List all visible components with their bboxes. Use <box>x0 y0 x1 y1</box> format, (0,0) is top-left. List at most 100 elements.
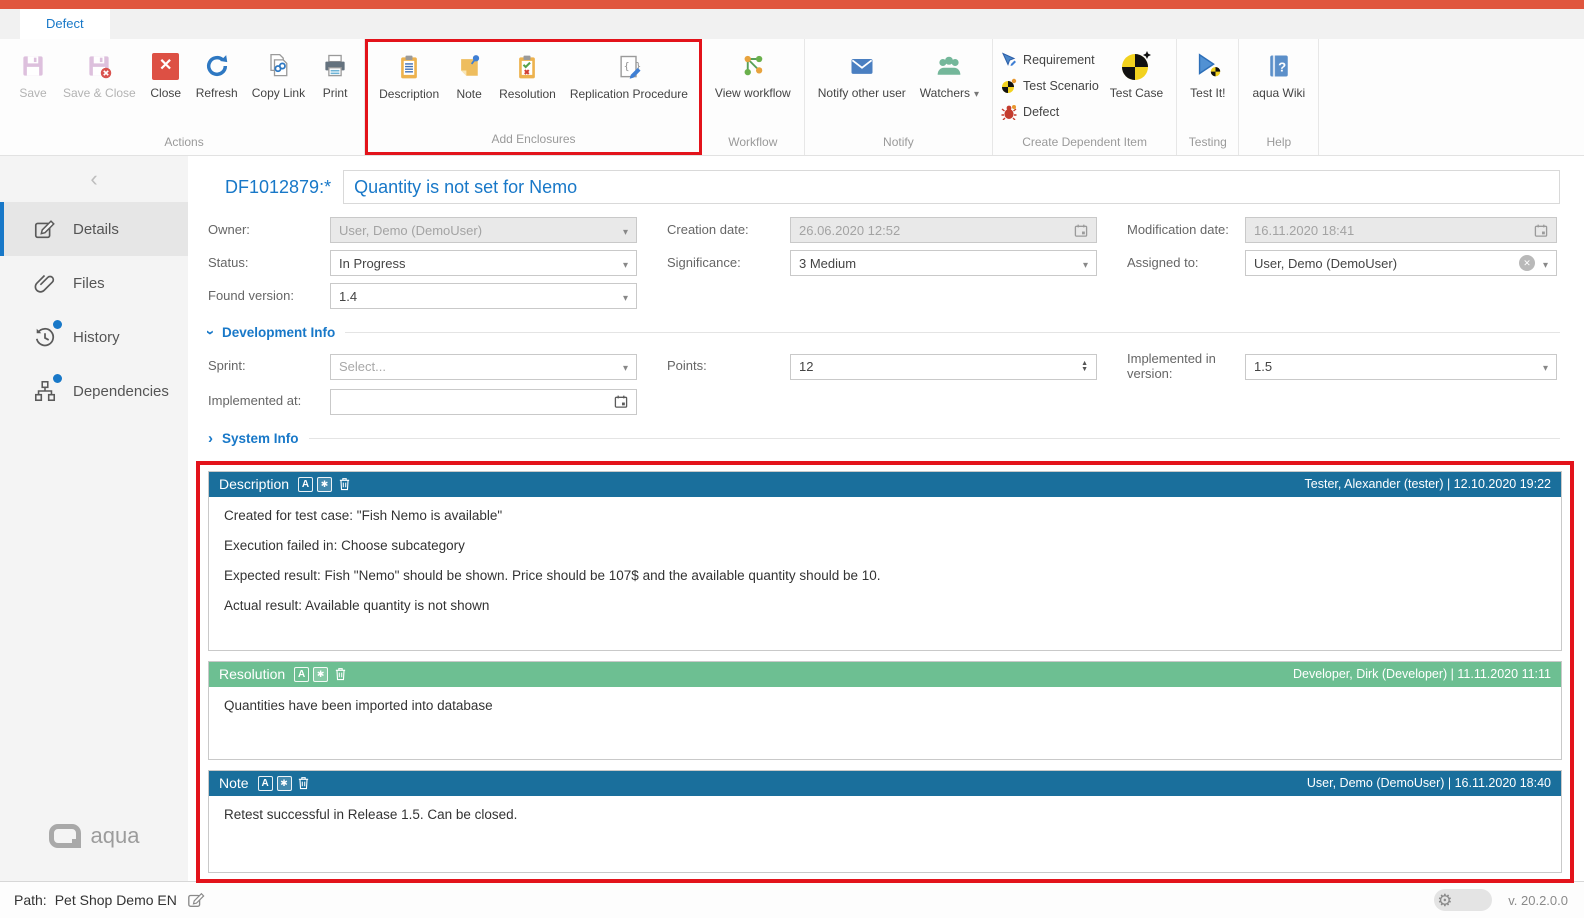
print-label: Print <box>323 86 348 100</box>
translate-icon[interactable] <box>317 477 332 492</box>
delete-icon[interactable] <box>336 477 352 492</box>
modification-date-label: Modification date: <box>1127 223 1245 238</box>
version-label: v. 20.2.0.0 <box>1508 893 1568 908</box>
dependencies-icon <box>32 378 58 404</box>
translate-icon[interactable] <box>277 776 292 791</box>
history-badge-dot <box>53 320 62 329</box>
add-resolution-button[interactable]: Resolution <box>492 46 563 101</box>
add-note-button[interactable]: Note <box>446 46 492 101</box>
description-body[interactable]: Created for test case: "Fish Nemo is ava… <box>209 497 1561 650</box>
add-resolution-label: Resolution <box>499 87 556 101</box>
save-and-close-button[interactable]: Save & Close <box>56 45 143 100</box>
print-button[interactable]: Print <box>312 45 358 100</box>
delete-icon[interactable] <box>296 776 312 791</box>
sidebar-item-history[interactable]: History <box>0 310 188 364</box>
group-label-create-dependent: Create Dependent Item <box>999 133 1170 155</box>
clear-icon[interactable] <box>1519 255 1535 271</box>
assigned-to-label: Assigned to: <box>1127 256 1245 271</box>
aqua-logo-text: aqua <box>91 823 140 849</box>
app-window: Defect Save Save & Close <box>0 0 1584 918</box>
create-test-case-button[interactable]: Test Case <box>1103 45 1170 100</box>
format-icon[interactable] <box>294 667 309 682</box>
found-version-select[interactable]: 1.4 <box>330 283 637 309</box>
save-close-label: Save & Close <box>63 86 136 100</box>
sidebar-item-files[interactable]: Files <box>0 256 188 310</box>
sidebar-item-history-label: History <box>73 329 120 346</box>
modification-date-field[interactable]: 16.11.2020 18:41 <box>1245 217 1557 243</box>
enclosures-annotation-box: Description Tester, Alexander (tester) |… <box>196 461 1574 883</box>
create-requirement-button[interactable]: Requirement <box>1001 47 1099 73</box>
description-icon <box>395 50 423 84</box>
create-test-scenario-button[interactable]: Test Scenario <box>1001 73 1099 99</box>
sprint-select[interactable]: Select... <box>330 354 637 380</box>
close-icon <box>152 49 179 83</box>
development-info-title: Development Info <box>222 325 335 340</box>
enclosure-note: Note User, Demo (DemoUser) | 16.11.2020 … <box>208 770 1562 873</box>
watchers-button[interactable]: Watchers <box>913 45 986 101</box>
status-label: Status: <box>208 256 330 271</box>
caret-down-icon <box>1083 256 1088 271</box>
owner-select[interactable]: User, Demo (DemoUser) <box>330 217 637 243</box>
resolution-body[interactable]: Quantities have been imported into datab… <box>209 687 1561 759</box>
status-select[interactable]: In Progress <box>330 250 637 276</box>
note-line: Retest successful in Release 1.5. Can be… <box>224 806 1546 824</box>
add-description-button[interactable]: Description <box>372 46 446 101</box>
significance-label: Significance: <box>667 256 790 271</box>
refresh-button[interactable]: Refresh <box>189 45 245 100</box>
ribbon-group-testing: Test It! Testing <box>1177 39 1239 155</box>
sprint-label: Sprint: <box>208 359 330 374</box>
save-button[interactable]: Save <box>10 45 56 100</box>
section-divider <box>309 438 1560 439</box>
assigned-to-select[interactable]: User, Demo (DemoUser) <box>1245 250 1557 276</box>
implemented-at-field[interactable] <box>330 389 637 415</box>
aqua-wiki-button[interactable]: ? aqua Wiki <box>1245 45 1312 100</box>
format-icon[interactable] <box>258 776 273 791</box>
note-body[interactable]: Retest successful in Release 1.5. Can be… <box>209 796 1561 872</box>
view-workflow-button[interactable]: View workflow <box>708 45 798 100</box>
description-line: Execution failed in: Choose subcategory <box>224 537 1546 555</box>
ribbon-group-add-enclosures: Description Note Resolution { } <box>365 39 702 155</box>
copy-link-button[interactable]: Copy Link <box>245 45 312 100</box>
create-defect-button[interactable]: Defect <box>1001 99 1099 125</box>
defect-icon <box>1001 104 1017 120</box>
test-it-button[interactable]: Test It! <box>1183 45 1232 100</box>
translate-icon[interactable] <box>313 667 328 682</box>
creation-date-field[interactable]: 26.06.2020 12:52 <box>790 217 1097 243</box>
save-icon <box>19 49 47 83</box>
system-info-title: System Info <box>222 431 299 446</box>
note-icon <box>455 50 483 84</box>
development-info-header[interactable]: Development Info <box>208 324 1560 341</box>
sidebar-item-dependencies[interactable]: Dependencies <box>0 364 188 418</box>
tab-defect[interactable]: Defect <box>20 9 110 39</box>
test-it-label: Test It! <box>1190 86 1225 100</box>
notify-other-user-button[interactable]: Notify other user <box>811 45 913 100</box>
format-icon[interactable] <box>298 477 313 492</box>
description-author-date: Tester, Alexander (tester) | 12.10.2020 … <box>1305 477 1551 491</box>
save-label: Save <box>19 86 46 100</box>
edit-path-icon[interactable] <box>187 891 205 909</box>
notify-other-user-label: Notify other user <box>818 86 906 100</box>
system-info-header[interactable]: System Info <box>208 430 1560 447</box>
aqua-logo-icon <box>49 824 81 848</box>
path-value: Pet Shop Demo EN <box>55 892 177 908</box>
delete-icon[interactable] <box>332 667 348 682</box>
add-replication-procedure-button[interactable]: { } Replication Procedure <box>563 46 695 101</box>
sidebar-item-dependencies-label: Dependencies <box>73 383 169 400</box>
close-button[interactable]: Close <box>143 45 189 100</box>
gear-icon[interactable] <box>1434 889 1492 911</box>
resolution-line: Quantities have been imported into datab… <box>224 697 1546 715</box>
sidebar-collapse-button[interactable] <box>0 156 188 202</box>
implemented-in-version-select[interactable]: 1.5 <box>1245 354 1557 380</box>
watchers-label: Watchers <box>920 86 970 100</box>
description-title: Description <box>219 476 289 492</box>
caret-down-icon <box>623 256 628 271</box>
save-close-icon <box>85 49 113 83</box>
group-label-workflow: Workflow <box>708 133 798 155</box>
significance-select[interactable]: 3 Medium <box>790 250 1097 276</box>
points-stepper[interactable]: 12 <box>790 354 1097 380</box>
sidebar-item-files-label: Files <box>73 275 105 292</box>
title-input[interactable] <box>343 170 1560 204</box>
spinner-icons[interactable] <box>1081 361 1088 374</box>
defect-id-label: DF1012879:* <box>225 177 331 198</box>
sidebar-item-details[interactable]: Details <box>0 202 188 256</box>
